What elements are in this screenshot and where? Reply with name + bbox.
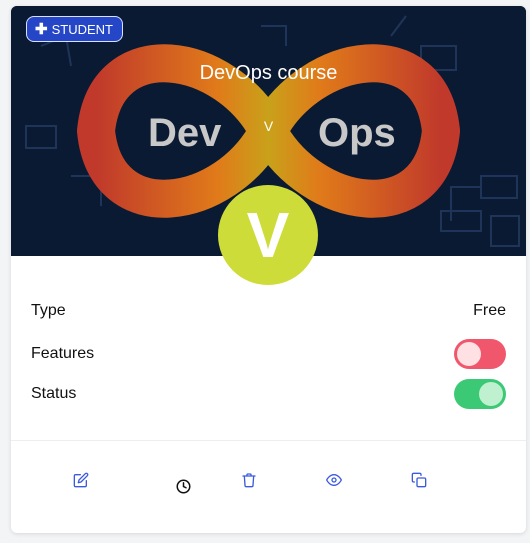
actions-divider: [11, 440, 526, 441]
student-badge-label: STUDENT: [51, 21, 113, 37]
duplicate-button[interactable]: [409, 470, 429, 490]
student-badge: ✚ STUDENT: [26, 16, 123, 42]
view-button[interactable]: [324, 470, 344, 490]
edit-icon: [73, 472, 89, 488]
plus-icon: ✚: [35, 20, 48, 38]
type-label: Type: [31, 302, 66, 319]
status-toggle-knob: [479, 382, 503, 406]
history-button[interactable]: [173, 476, 193, 496]
edit-button[interactable]: [71, 470, 91, 490]
features-toggle-knob: [457, 342, 481, 366]
type-value: Free: [473, 302, 506, 319]
status-toggle[interactable]: [454, 379, 506, 409]
course-subtitle: V: [263, 118, 274, 134]
course-title: DevOps course: [199, 62, 338, 84]
delete-button[interactable]: [239, 470, 259, 490]
type-row: Type Free: [31, 302, 506, 320]
copy-icon: [411, 472, 427, 488]
status-row: Status: [31, 379, 506, 409]
eye-icon: [326, 474, 342, 486]
course-avatar: V: [218, 185, 318, 285]
features-label: Features: [31, 345, 95, 362]
features-toggle[interactable]: [454, 339, 506, 369]
clock-icon: [176, 479, 190, 493]
trash-icon: [242, 473, 256, 488]
course-card: Dev Ops ✚ STUDENT DevOps course V V Type…: [11, 6, 526, 533]
status-label: Status: [31, 385, 77, 402]
features-row: Features: [31, 339, 506, 369]
